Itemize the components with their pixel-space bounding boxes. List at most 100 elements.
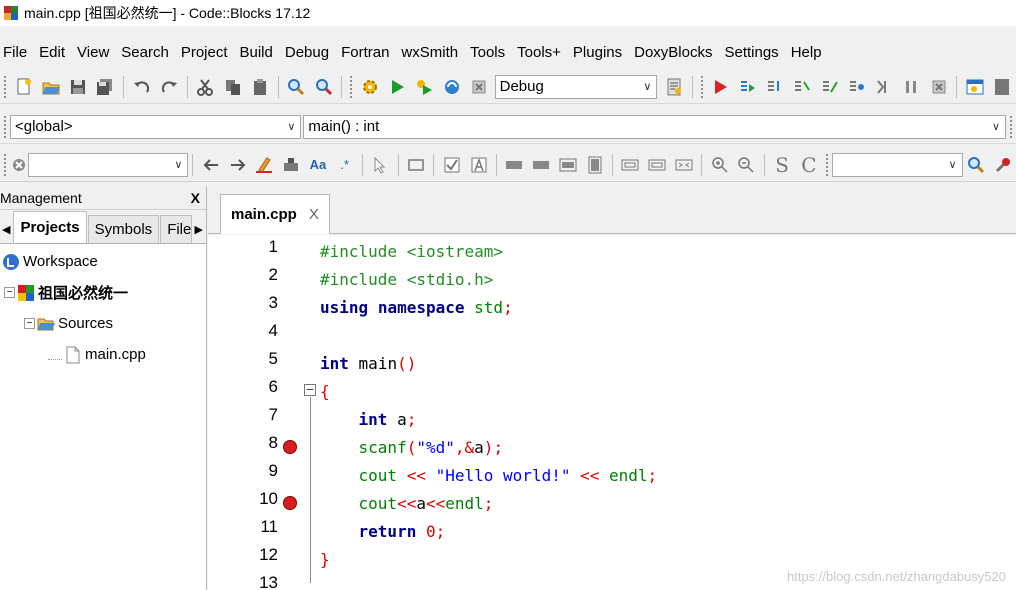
tree-item-main-cpp[interactable]: main.cpp (0, 339, 206, 370)
save-all-icon[interactable] (95, 76, 116, 98)
new-file-icon[interactable] (13, 76, 34, 98)
next-line-icon[interactable] (764, 76, 785, 98)
toolbar-grip[interactable] (1009, 114, 1013, 139)
tree-item-workspace[interactable]: Workspace (0, 246, 206, 277)
menu-doxyblocks[interactable]: DoxyBlocks (628, 44, 718, 61)
arrow-right-icon[interactable] (227, 154, 248, 176)
rebuild-icon[interactable] (441, 76, 462, 98)
menu-wxsmith[interactable]: wxSmith (395, 44, 464, 61)
toolbar-grip[interactable] (825, 152, 830, 177)
replace-icon[interactable] (313, 76, 334, 98)
line-gutter[interactable]: 5 (208, 349, 304, 377)
fold-collapse-icon[interactable]: − (304, 384, 316, 396)
menu-settings[interactable]: Settings (718, 44, 784, 61)
rectangle-icon[interactable] (406, 154, 427, 176)
code-line[interactable]: 1 #include <iostream> (208, 237, 1016, 265)
cut-icon[interactable] (195, 76, 216, 98)
line-gutter[interactable]: 11 (208, 517, 304, 545)
build-target-select[interactable]: Debug ∨ (494, 74, 658, 99)
toolbar-grip[interactable] (699, 74, 704, 99)
debug-windows-icon[interactable] (964, 76, 985, 98)
menu-build[interactable]: Build (234, 44, 279, 61)
line-gutter[interactable]: 6 (208, 377, 304, 405)
various-info-icon[interactable] (992, 76, 1013, 98)
scrolled-widget-icon[interactable] (674, 154, 695, 176)
breakpoint-icon[interactable] (283, 496, 297, 510)
match-case-icon[interactable]: Aa (307, 154, 328, 176)
debug-start-icon[interactable] (710, 76, 731, 98)
close-icon[interactable]: X (191, 190, 200, 206)
step-into-instruction-icon[interactable] (873, 76, 894, 98)
line-gutter[interactable]: 8 (208, 433, 304, 461)
find-icon[interactable] (286, 76, 307, 98)
menu-project[interactable]: Project (175, 44, 234, 61)
run-to-cursor-icon[interactable] (737, 76, 758, 98)
abort-icon[interactable] (468, 76, 489, 98)
tab-symbols[interactable]: Symbols (87, 215, 160, 243)
menu-view[interactable]: View (71, 44, 115, 61)
code-line[interactable]: 2 #include <stdio.h> (208, 265, 1016, 293)
wrench-icon[interactable] (992, 154, 1013, 176)
toolbar-grip[interactable] (3, 114, 7, 139)
pause-icon[interactable] (901, 76, 922, 98)
scope-select[interactable]: <global> ∨ (9, 114, 302, 139)
run-icon[interactable] (386, 76, 407, 98)
regex-icon[interactable]: .* (334, 154, 355, 176)
code-line[interactable]: 11 return 0; (208, 517, 1016, 545)
tree-item-sources[interactable]: − Sources (0, 308, 206, 339)
toolbar-grip[interactable] (3, 152, 7, 177)
code-line[interactable]: 5 int main() (208, 349, 1016, 377)
tab-scroll-left-icon[interactable]: ◀ (0, 215, 12, 243)
toolbar-grip[interactable] (349, 74, 354, 99)
tab-projects[interactable]: Projects (13, 211, 87, 243)
tab-scroll-right-icon[interactable]: ▶ (193, 215, 205, 243)
selected-text-icon[interactable] (281, 154, 302, 176)
menu-help[interactable]: Help (785, 44, 828, 61)
highlight-icon[interactable] (254, 154, 275, 176)
code-line[interactable]: 10 cout<<a<<endl; (208, 489, 1016, 517)
line-gutter[interactable]: 10 (208, 489, 304, 517)
editor-tab-main-cpp[interactable]: main.cpp X (220, 194, 330, 234)
menu-plugins[interactable]: Plugins (567, 44, 628, 61)
line-gutter[interactable]: 4 (208, 321, 304, 349)
tab-files[interactable]: Files (160, 215, 192, 243)
undo-icon[interactable] (131, 76, 152, 98)
zoom-in-icon[interactable] (709, 154, 730, 176)
select-cursor-icon[interactable] (370, 154, 391, 176)
open-folder-icon[interactable] (40, 76, 61, 98)
next-instruction-icon[interactable] (846, 76, 867, 98)
stop-debugger-icon[interactable] (928, 76, 949, 98)
toolbar-grip[interactable] (3, 74, 7, 99)
paste-icon[interactable] (249, 76, 270, 98)
frame-widget-icon[interactable] (620, 154, 641, 176)
close-tab-icon[interactable]: X (309, 206, 319, 223)
line-gutter[interactable]: 2 (208, 265, 304, 293)
dialog-widget-icon[interactable] (647, 154, 668, 176)
redo-icon[interactable] (158, 76, 179, 98)
zoom-out-icon[interactable] (736, 154, 757, 176)
arrow-left-icon[interactable] (200, 154, 221, 176)
build-and-run-icon[interactable] (414, 76, 435, 98)
line-gutter[interactable]: 12 (208, 545, 304, 573)
save-icon[interactable] (68, 76, 89, 98)
line-gutter[interactable]: 13 (208, 573, 304, 590)
menu-edit[interactable]: Edit (33, 44, 71, 61)
build-gear-icon[interactable] (359, 76, 380, 98)
build-options-icon[interactable] (663, 76, 684, 98)
code-line[interactable]: 4 (208, 321, 1016, 349)
line-gutter[interactable]: 1 (208, 237, 304, 265)
code-line[interactable]: 6 −{ (208, 377, 1016, 405)
c-icon[interactable]: C (799, 154, 820, 176)
incremental-search-input[interactable]: ∨ (27, 152, 189, 177)
collapse-icon[interactable]: − (4, 287, 15, 298)
letter-a-icon[interactable] (468, 154, 489, 176)
menu-fortran[interactable]: Fortran (335, 44, 395, 61)
line-gutter[interactable]: 7 (208, 405, 304, 433)
breakpoint-icon[interactable] (283, 440, 297, 454)
checkbox-icon[interactable] (441, 154, 462, 176)
code-editor[interactable]: 1 #include <iostream> 2 #include <stdio.h> 3… (208, 235, 1016, 590)
button-widget-icon[interactable] (504, 154, 525, 176)
symbol-search-input[interactable]: ∨ (832, 152, 963, 177)
textctrl-widget-icon[interactable] (531, 154, 552, 176)
code-line[interactable]: 9 cout << "Hello world!" << endl; (208, 461, 1016, 489)
